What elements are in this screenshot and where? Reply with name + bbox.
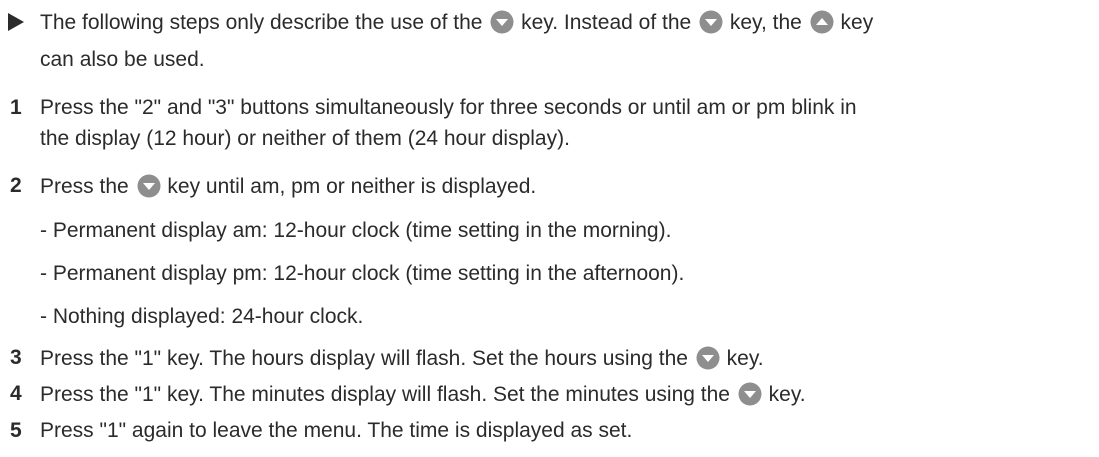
up-key-icon — [810, 10, 834, 34]
triangle-right-icon — [8, 13, 26, 31]
note-text-part3: key, the — [729, 11, 802, 34]
step-2-option: - Permanent display pm: 12-hour clock (t… — [40, 262, 685, 285]
step-number: 5 — [10, 419, 22, 442]
step-text: Press the "1" key. The hours display wil… — [40, 346, 764, 371]
step-text-part1: Press the "1" key. The hours display wil… — [40, 347, 688, 370]
step-number: 3 — [10, 346, 22, 369]
note-text-part2: key. Instead of the — [521, 11, 692, 34]
down-key-icon — [490, 10, 514, 34]
step-text-part1: Press the "1" key. The minutes display w… — [40, 383, 730, 406]
step-2-option: - Permanent display am: 12-hour clock (t… — [40, 219, 672, 242]
instructions-document: The following steps only describe the us… — [0, 0, 1099, 457]
step-number: 1 — [10, 96, 22, 119]
step-text-part1: Press the — [40, 175, 129, 198]
down-key-icon — [699, 10, 723, 34]
down-key-icon — [738, 382, 762, 406]
step-number: 4 — [10, 382, 22, 405]
step-text: Press the key until am, pm or neither is… — [40, 174, 536, 199]
note-text-part4: key — [840, 11, 874, 34]
note-line-2: can also be used. — [40, 48, 205, 71]
down-key-icon — [137, 174, 161, 198]
down-key-icon — [696, 346, 720, 370]
step-number: 2 — [10, 174, 22, 197]
step-text: Press the "2" and "3" buttons simultaneo… — [40, 96, 857, 119]
step-text: Press the "1" key. The minutes display w… — [40, 382, 806, 407]
step-2-option: - Nothing displayed: 24-hour clock. — [40, 305, 364, 328]
step-text-part2: key. — [768, 383, 806, 406]
note-text: The following steps only describe the us… — [40, 10, 873, 35]
note-text-part1: The following steps only describe the us… — [40, 11, 483, 34]
step-text-part2: key until am, pm or neither is displayed… — [167, 175, 537, 198]
step-text: Press "1" again to leave the menu. The t… — [40, 419, 633, 442]
step-text-part2: key. — [726, 347, 764, 370]
step-1-line-2: the display (12 hour) or neither of them… — [40, 127, 570, 150]
